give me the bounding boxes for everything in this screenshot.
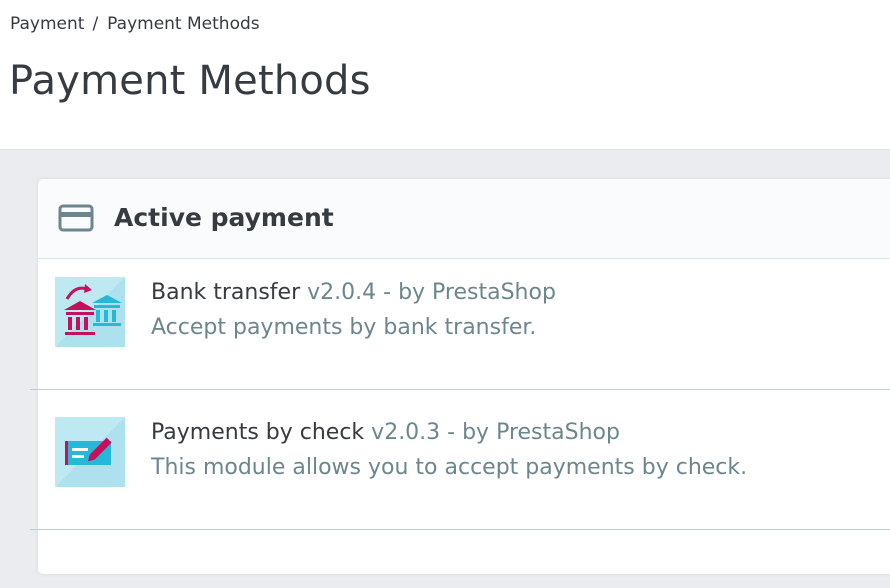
breadcrumb-item-payment-methods[interactable]: Payment Methods [107, 14, 259, 34]
module-version-author: v2.0.3 - by PrestaShop [371, 420, 620, 445]
card-title: Active payment [114, 203, 334, 232]
module-version-author: v2.0.4 - by PrestaShop [307, 280, 556, 305]
breadcrumb: Payment / Payment Methods [10, 14, 260, 34]
active-payment-card: Active payment Bank transfer v2.0.4 - by… [30, 179, 890, 574]
credit-card-icon [58, 204, 94, 232]
module-description: This module allows you to accept payment… [151, 455, 748, 480]
breadcrumb-item-payment[interactable]: Payment [10, 14, 84, 34]
module-row-bank-transfer[interactable]: Bank transfer v2.0.4 - by PrestaShop Acc… [55, 277, 890, 349]
module-description: Accept payments by bank transfer. [151, 315, 537, 340]
check-payment-icon [55, 417, 125, 487]
card-header: Active payment [38, 179, 890, 259]
page-header: Payment / Payment Methods Payment Methods [0, 0, 890, 150]
module-name-line: Payments by check v2.0.3 - by PrestaShop [151, 420, 620, 445]
bank-transfer-icon [55, 277, 125, 347]
page-title: Payment Methods [9, 58, 371, 104]
module-name: Payments by check [151, 420, 365, 445]
module-name-line: Bank transfer v2.0.4 - by PrestaShop [151, 280, 556, 305]
module-name: Bank transfer [151, 280, 301, 305]
row-divider [30, 529, 890, 530]
module-row-payments-by-check[interactable]: Payments by check v2.0.3 - by PrestaShop… [55, 417, 890, 489]
row-divider [30, 389, 890, 390]
breadcrumb-separator: / [92, 14, 99, 34]
